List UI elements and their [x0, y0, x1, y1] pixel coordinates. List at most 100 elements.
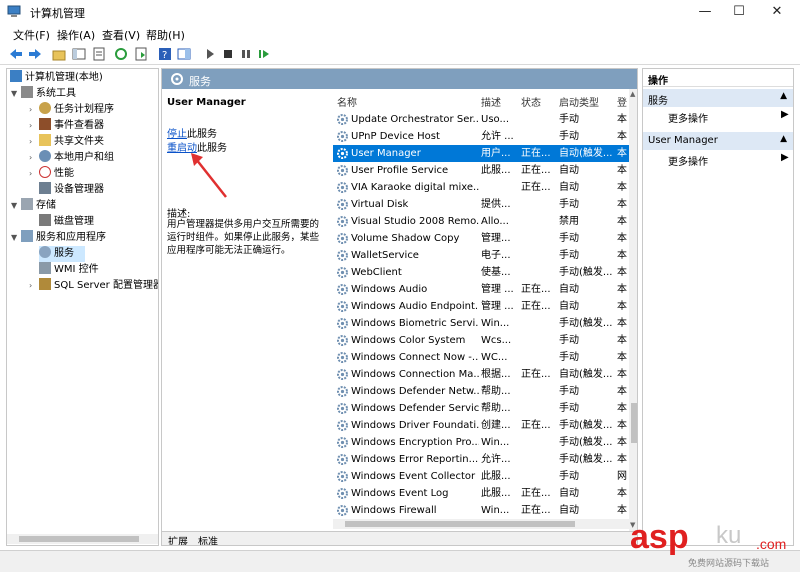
tree-item-label: 本地用户和组: [54, 152, 114, 163]
service-row[interactable]: Windows Event Collector 此服... 手动 网: [333, 468, 629, 485]
service-startup: 手动: [559, 335, 579, 346]
service-row[interactable]: Windows Encryption Pro... Win... 手动(触发... 本: [333, 434, 629, 451]
close-button[interactable]: ✕: [760, 0, 794, 24]
column-header-startup-type[interactable]: 启动类型: [559, 94, 599, 109]
expand-chevron-icon[interactable]: ›: [29, 134, 39, 150]
service-row[interactable]: Windows Connection Ma... 根据... 正在... 自动(触发.…: [333, 366, 629, 383]
service-row[interactable]: WebClient 使基... 手动(触发... 本: [333, 264, 629, 281]
column-header-logon[interactable]: 登: [617, 94, 627, 109]
service-gear-icon: [337, 471, 348, 482]
up-folder-icon[interactable]: [51, 46, 67, 62]
service-row[interactable]: WalletService 电子... 手动 本: [333, 247, 629, 264]
service-row[interactable]: Windows Biometric Servi... Win... 手动(触发...…: [333, 315, 629, 332]
export-list-icon[interactable]: [133, 46, 149, 62]
actions-section-services[interactable]: 服务 ▲: [643, 89, 793, 107]
tree-root[interactable]: 计算机管理(本地): [10, 70, 103, 86]
more-actions-services[interactable]: 更多操作: [668, 110, 708, 125]
service-gear-icon: [337, 301, 348, 312]
back-icon[interactable]: [8, 46, 24, 62]
help-icon[interactable]: ?: [157, 46, 173, 62]
service-row[interactable]: Windows Firewall Win... 正在... 自动 本: [333, 502, 629, 519]
tree-item-task-scheduler[interactable]: › 任务计划程序: [29, 102, 114, 118]
service-row[interactable]: Windows Defender Service 帮助... 手动 本: [333, 400, 629, 417]
service-row[interactable]: Windows Color System Wcs... 手动 本: [333, 332, 629, 349]
scroll-up-icon[interactable]: ▲: [630, 90, 635, 98]
service-status: 正在...: [521, 182, 551, 193]
tree-item-services[interactable]: 服务: [39, 246, 85, 262]
service-row[interactable]: Windows Audio Endpoint... 管理 ... 正在... 自动 本: [333, 298, 629, 315]
restart-service-icon[interactable]: [256, 46, 272, 62]
service-gear-icon: [337, 233, 348, 244]
services-vertical-scrollbar[interactable]: ▲ ▼: [629, 89, 637, 531]
tree-item-shared-folders[interactable]: › 共享文件夹: [29, 134, 104, 150]
menu-view[interactable]: 查看(V): [102, 27, 140, 43]
scrollbar-thumb[interactable]: [345, 521, 575, 527]
menu-action[interactable]: 操作(A): [57, 27, 95, 43]
start-service-icon[interactable]: [202, 46, 218, 62]
tree-item-disk-management[interactable]: 磁盘管理: [39, 214, 94, 230]
service-row[interactable]: User Manager 用户... 正在... 自动(触发... 本: [333, 145, 629, 162]
view-pane-icon[interactable]: [176, 46, 192, 62]
service-logon: 网: [617, 471, 627, 482]
tree-item-device-manager[interactable]: 设备管理器: [39, 182, 104, 198]
service-row[interactable]: User Profile Service 此服... 正在... 自动 本: [333, 162, 629, 179]
collapse-chevron-icon[interactable]: ▼: [11, 230, 21, 246]
tab-extended[interactable]: 扩展: [168, 533, 188, 545]
menu-help[interactable]: 帮助(H): [146, 27, 185, 43]
collapse-chevron-icon[interactable]: ▼: [11, 86, 21, 102]
tree-horizontal-scrollbar[interactable]: [7, 534, 158, 544]
expand-chevron-icon[interactable]: ›: [29, 118, 39, 134]
expand-chevron-icon[interactable]: ›: [29, 166, 39, 182]
expand-chevron-icon[interactable]: ›: [29, 150, 39, 166]
tree-item-wmi[interactable]: WMI 控件: [39, 262, 99, 278]
service-name: Windows Driver Foundati...: [351, 420, 479, 431]
forward-icon[interactable]: [27, 46, 43, 62]
show-hide-tree-icon[interactable]: [71, 46, 87, 62]
minimize-button[interactable]: —: [688, 0, 722, 24]
tree-item-storage[interactable]: ▼ 存储: [11, 198, 56, 214]
service-row[interactable]: Windows Audio 管理 ... 正在... 自动 本: [333, 281, 629, 298]
service-row[interactable]: Virtual Disk 提供... 手动 本: [333, 196, 629, 213]
service-row[interactable]: Windows Driver Foundati... 创建... 正在... 手动(触…: [333, 417, 629, 434]
expand-chevron-icon[interactable]: ›: [29, 102, 39, 118]
refresh-icon[interactable]: [113, 46, 129, 62]
service-row[interactable]: UPnP Device Host 允许 ... 手动 本: [333, 128, 629, 145]
expand-chevron-icon[interactable]: ›: [29, 278, 39, 294]
service-row[interactable]: Windows Event Log 此服... 正在... 自动 本: [333, 485, 629, 502]
services-horizontal-scrollbar[interactable]: [333, 519, 629, 529]
service-row[interactable]: Update Orchestrator Ser... Uso... 手动 本: [333, 111, 629, 128]
pause-service-icon[interactable]: [238, 46, 254, 62]
service-row[interactable]: Visual Studio 2008 Remo... Allo... 禁用 本: [333, 213, 629, 230]
more-actions-user-manager[interactable]: 更多操作: [668, 153, 708, 168]
scrollbar-thumb[interactable]: [19, 536, 139, 542]
scrollbar-thumb[interactable]: [631, 403, 637, 443]
service-status: 正在...: [521, 165, 551, 176]
column-header-description[interactable]: 描述: [481, 94, 501, 109]
collapse-chevron-icon[interactable]: ▼: [11, 198, 21, 214]
service-description: 用户管理器提供多用户交互所需要的运行时组件。如果停止此服务，某些应用程序可能无法…: [167, 219, 320, 256]
tree-item-sql-server[interactable]: › SQL Server 配置管理器: [29, 278, 158, 294]
tab-standard[interactable]: 标准: [198, 533, 218, 545]
stop-service-icon[interactable]: [220, 46, 236, 62]
tree-item-performance[interactable]: › 性能: [29, 166, 74, 182]
maximize-button[interactable]: ☐: [722, 0, 756, 24]
service-row[interactable]: Windows Defender Netw... 帮助... 手动 本: [333, 383, 629, 400]
collapse-caret-icon[interactable]: ▲: [780, 91, 787, 101]
collapse-caret-icon[interactable]: ▲: [780, 134, 787, 144]
service-row[interactable]: Volume Shadow Copy 管理... 手动 本: [333, 230, 629, 247]
service-row[interactable]: VIA Karaoke digital mixe... 正在... 自动 本: [333, 179, 629, 196]
tree-item-local-users[interactable]: › 本地用户和组: [29, 150, 114, 166]
menu-file[interactable]: 文件(F): [13, 27, 50, 43]
tree-item-system-tools[interactable]: ▼ 系统工具: [11, 86, 76, 102]
column-header-name[interactable]: 名称: [337, 94, 357, 109]
tree-item-services-apps[interactable]: ▼ 服务和应用程序: [11, 230, 106, 246]
service-gear-icon: [337, 148, 348, 159]
service-row[interactable]: Windows Error Reportin... 允许... 手动(触发... 本: [333, 451, 629, 468]
column-header-status[interactable]: 状态: [521, 94, 541, 109]
service-row[interactable]: Windows Connect Now -... WC... 手动 本: [333, 349, 629, 366]
actions-pane: 操作 服务 ▲ 更多操作 ▶ User Manager ▲ 更多操作 ▶: [642, 68, 794, 546]
properties-icon[interactable]: [91, 46, 107, 62]
actions-section-user-manager[interactable]: User Manager ▲: [643, 132, 793, 150]
service-desc: 创建...: [481, 420, 511, 431]
tree-item-event-viewer[interactable]: › 事件查看器: [29, 118, 104, 134]
